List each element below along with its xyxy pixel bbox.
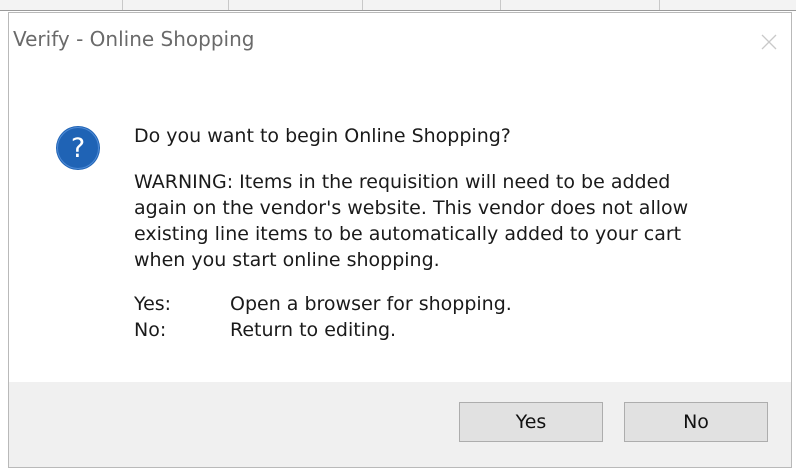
strip-divider	[122, 0, 123, 10]
strip-divider	[362, 0, 363, 10]
dialog-button-bar: Yes No	[9, 382, 791, 467]
background-window-strip	[0, 0, 796, 11]
warning-text: WARNING: Items in the requisition will n…	[134, 169, 774, 273]
dialog-message: Do you want to begin Online Shopping? WA…	[134, 123, 774, 343]
dialog-content: ? Do you want to begin Online Shopping? …	[9, 73, 791, 391]
strip-divider	[500, 0, 501, 10]
dialog-title: Verify - Online Shopping	[13, 27, 255, 51]
option-no: No: Return to editing.	[134, 317, 774, 343]
option-yes: Yes: Open a browser for shopping.	[134, 291, 774, 317]
yes-button[interactable]: Yes	[459, 402, 603, 442]
option-description: Return to editing.	[230, 319, 397, 341]
strip-divider	[659, 0, 660, 10]
question-icon: ?	[56, 126, 100, 170]
option-key: No:	[134, 319, 167, 341]
verify-dialog: Verify - Online Shopping ? Do you want t…	[8, 12, 792, 468]
close-button[interactable]	[749, 27, 789, 57]
options-list: Yes: Open a browser for shopping. No: Re…	[134, 291, 774, 343]
svg-text:?: ?	[71, 133, 85, 164]
option-description: Open a browser for shopping.	[230, 293, 512, 315]
no-button[interactable]: No	[624, 402, 768, 442]
dialog-titlebar[interactable]: Verify - Online Shopping	[9, 13, 791, 73]
strip-divider	[228, 0, 229, 10]
warning-line: again on the vendor's website. This vend…	[134, 197, 689, 219]
dialog-question: Do you want to begin Online Shopping?	[134, 125, 511, 147]
warning-line: WARNING: Items in the requisition will n…	[134, 171, 671, 193]
close-icon	[761, 34, 777, 50]
warning-line: existing line items to be automatically …	[134, 223, 682, 245]
option-key: Yes:	[134, 293, 172, 315]
warning-line: when you start online shopping.	[134, 249, 440, 271]
